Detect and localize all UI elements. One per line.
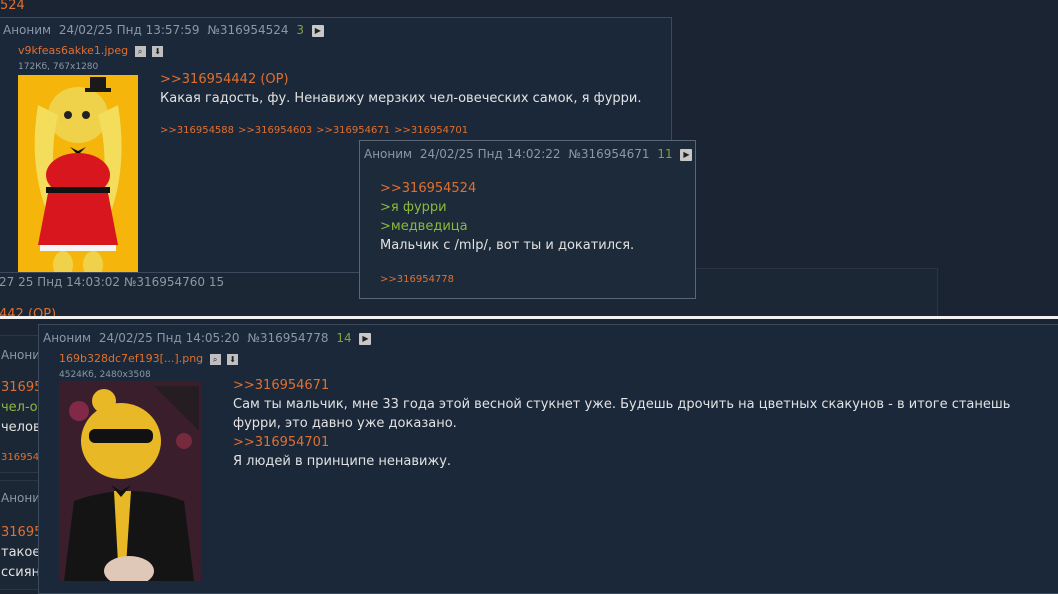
reply-link[interactable]: >>316954671	[233, 376, 1033, 395]
post-header: Аноним 24/02/25 Пнд 14:05:20 №316954778 …	[43, 331, 375, 345]
backlink[interactable]: >>316954671	[316, 125, 390, 136]
play-icon[interactable]: ▶	[680, 148, 693, 161]
character-illustration	[18, 75, 138, 272]
background-post-text: ссиян	[1, 565, 41, 580]
post-number[interactable]: №316954671	[568, 147, 649, 161]
post-image-thumbnail[interactable]	[59, 381, 201, 581]
post-preview-316954671: Аноним 24/02/25 Пнд 14:02:22 №316954671 …	[359, 140, 696, 299]
search-icon[interactable]: ⌕	[134, 45, 146, 57]
reply-link[interactable]: >>316954701	[233, 433, 1033, 452]
search-icon[interactable]: ⌕	[209, 353, 221, 365]
background-post-header: 27 25 Пнд 14:03:02 №316954760 15	[0, 275, 225, 289]
background-post-text: челов	[1, 420, 41, 435]
greentext: >медведица	[380, 219, 468, 234]
reply-link[interactable]: >>316954524	[380, 179, 685, 198]
background-post-backlink[interactable]: 316954	[1, 452, 39, 463]
post-date: 24/02/25 Пнд 13:57:59	[58, 23, 200, 37]
background-post-text: такое	[1, 545, 41, 560]
backlink[interactable]: >>316954588	[160, 125, 234, 136]
post-header: Аноним 24/02/25 Пнд 13:57:59 №316954524 …	[3, 23, 328, 37]
backlinks: >>316954778	[380, 274, 458, 285]
post-date: 24/02/25 Пнд 14:05:20	[98, 331, 240, 345]
file-link[interactable]: 169b328dc7ef193[...].png ⌕ ⬇	[59, 352, 239, 365]
partial-post-number: 524	[0, 0, 25, 13]
background-post-left-2: Аноним 24/ 31695 такое ссиян	[0, 480, 42, 590]
backlink[interactable]: >>316954701	[394, 125, 468, 136]
post-body: >>316954671 Сам ты мальчик, мне 33 года …	[233, 376, 1033, 471]
post-author: Аноним	[364, 147, 413, 161]
post-image-thumbnail[interactable]	[18, 75, 138, 272]
file-info: 172Кб, 767x1280	[18, 62, 99, 72]
post-text: Мальчик с /mlp/, вот ты и докатился.	[380, 238, 635, 253]
backlinks: >>316954588 >>316954603 >>316954671 >>31695…	[160, 125, 472, 136]
background-post-reply-link[interactable]: 31695	[1, 525, 41, 540]
post-header: Аноним 24/02/25 Пнд 14:02:22 №316954671 …	[364, 147, 695, 161]
background-post-greentext: чел-ов	[1, 400, 42, 415]
background-post-left-1: Аноним 24/ 31695 чел-ов челов 316954	[0, 335, 42, 473]
background-post-header: Аноним 24/	[1, 348, 41, 362]
reply-count: 11	[657, 147, 673, 161]
post-author: Аноним	[3, 23, 52, 37]
section-divider	[0, 316, 1058, 319]
file-name[interactable]: v9kfeas6akke1.jpeg	[18, 44, 128, 57]
file-link[interactable]: v9kfeas6akke1.jpeg ⌕ ⬇	[18, 44, 164, 57]
post-316954778: Аноним 24/02/25 Пнд 14:05:20 №316954778 …	[38, 324, 1058, 594]
backlink[interactable]: >>316954778	[380, 274, 454, 285]
post-text: Какая гадость, фу. Ненавижу мерзких чел-…	[160, 91, 642, 106]
post-number[interactable]: №316954778	[247, 331, 328, 345]
character-illustration	[59, 381, 201, 581]
background-post-reply-link[interactable]: 31695	[1, 380, 41, 395]
file-info: 4524Кб, 2480x3508	[59, 370, 151, 380]
post-author: Аноним	[43, 331, 92, 345]
file-name[interactable]: 169b328dc7ef193[...].png	[59, 352, 203, 365]
reply-count: 14	[336, 331, 352, 345]
post-body: >>316954442 (OP) Какая гадость, фу. Нена…	[160, 70, 660, 108]
post-text: Сам ты мальчик, мне 33 года этой весной …	[233, 397, 1011, 431]
backlink[interactable]: >>316954603	[238, 125, 312, 136]
reply-count: 3	[296, 23, 305, 37]
download-icon[interactable]: ⬇	[152, 45, 164, 57]
greentext: >я фурри	[380, 200, 447, 215]
background-post-header: Аноним 24/	[1, 491, 41, 505]
play-icon[interactable]: ▶	[359, 332, 372, 345]
download-icon[interactable]: ⬇	[227, 353, 239, 365]
post-date: 24/02/25 Пнд 14:02:22	[419, 147, 561, 161]
reply-link[interactable]: >>316954442 (OP)	[160, 70, 660, 89]
post-number[interactable]: №316954524	[207, 23, 288, 37]
post-body: >>316954524 >я фурри >медведица Мальчик …	[380, 179, 685, 255]
play-icon[interactable]: ▶	[311, 24, 324, 37]
post-text: Я людей в принципе ненавижу.	[233, 454, 452, 469]
